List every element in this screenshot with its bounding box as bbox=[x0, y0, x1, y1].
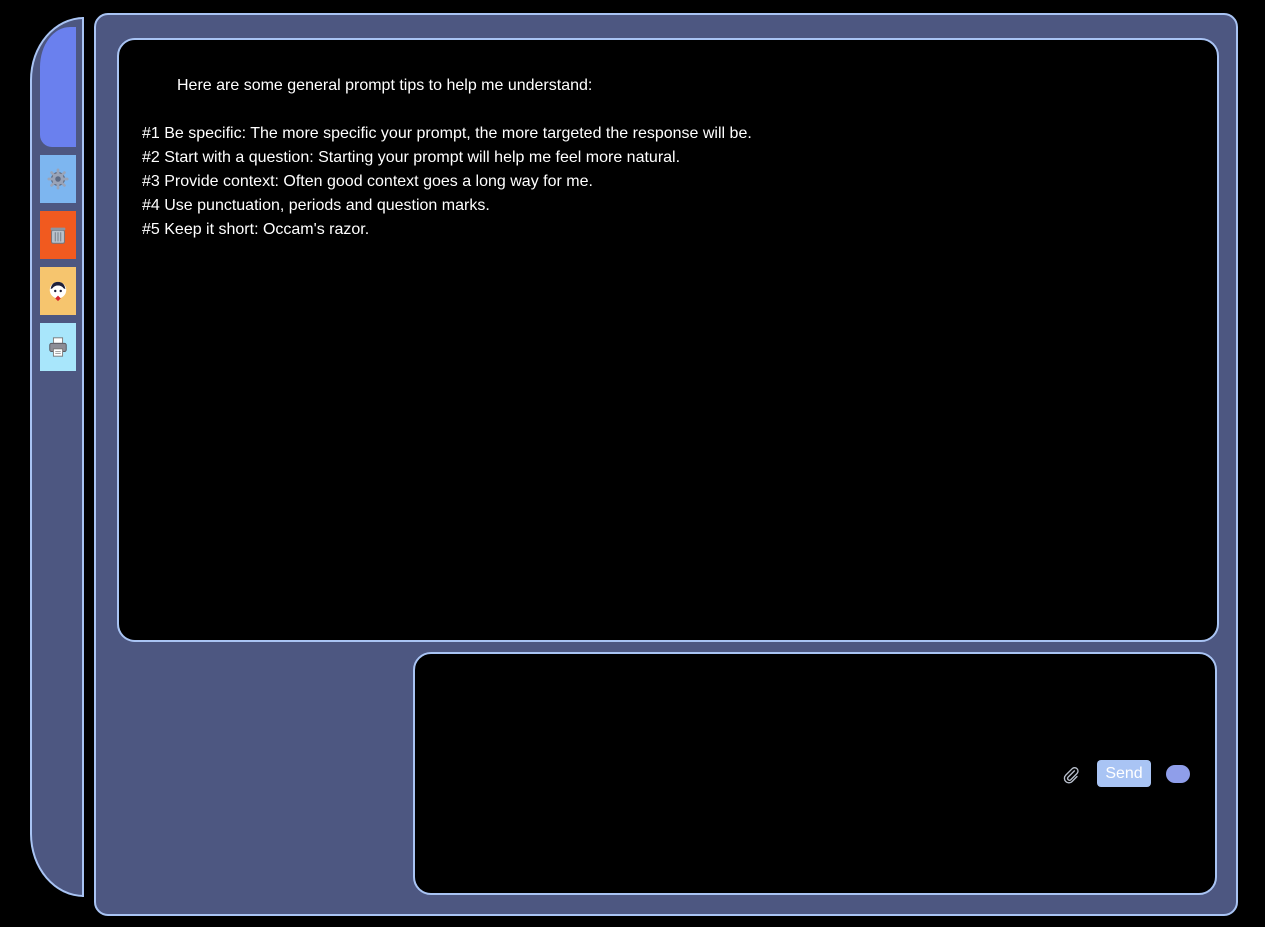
attach-button[interactable] bbox=[1059, 763, 1083, 787]
main-frame: Here are some general prompt tips to hel… bbox=[94, 13, 1238, 916]
sidebar bbox=[30, 17, 84, 897]
avatar-icon bbox=[49, 281, 67, 302]
tip-item: #3 Provide context: Often good context g… bbox=[142, 173, 593, 190]
prompt-input-panel: Send bbox=[413, 652, 1217, 895]
print-button[interactable] bbox=[40, 323, 76, 371]
gear-icon bbox=[47, 168, 69, 190]
tip-item: #4 Use punctuation, periods and question… bbox=[142, 197, 490, 214]
tip-item: #1 Be specific: The more specific your p… bbox=[142, 125, 752, 142]
trash-icon bbox=[50, 227, 66, 244]
sidebar-header-block bbox=[40, 27, 76, 147]
paperclip-icon bbox=[1063, 767, 1079, 784]
toggle-icon[interactable] bbox=[1166, 765, 1190, 783]
clear-chat-button[interactable] bbox=[40, 211, 76, 259]
settings-button[interactable] bbox=[40, 155, 76, 203]
tip-item: #2 Start with a question: Starting your … bbox=[142, 149, 681, 166]
chat-output-panel: Here are some general prompt tips to hel… bbox=[117, 38, 1219, 642]
intro-text: Here are some general prompt tips to hel… bbox=[177, 77, 593, 94]
printer-icon bbox=[49, 337, 67, 357]
avatar-button[interactable] bbox=[40, 267, 76, 315]
prompt-input[interactable] bbox=[429, 668, 1053, 882]
tip-item: #5 Keep it short: Occam's razor. bbox=[142, 221, 370, 238]
send-button[interactable]: Send bbox=[1097, 760, 1151, 787]
